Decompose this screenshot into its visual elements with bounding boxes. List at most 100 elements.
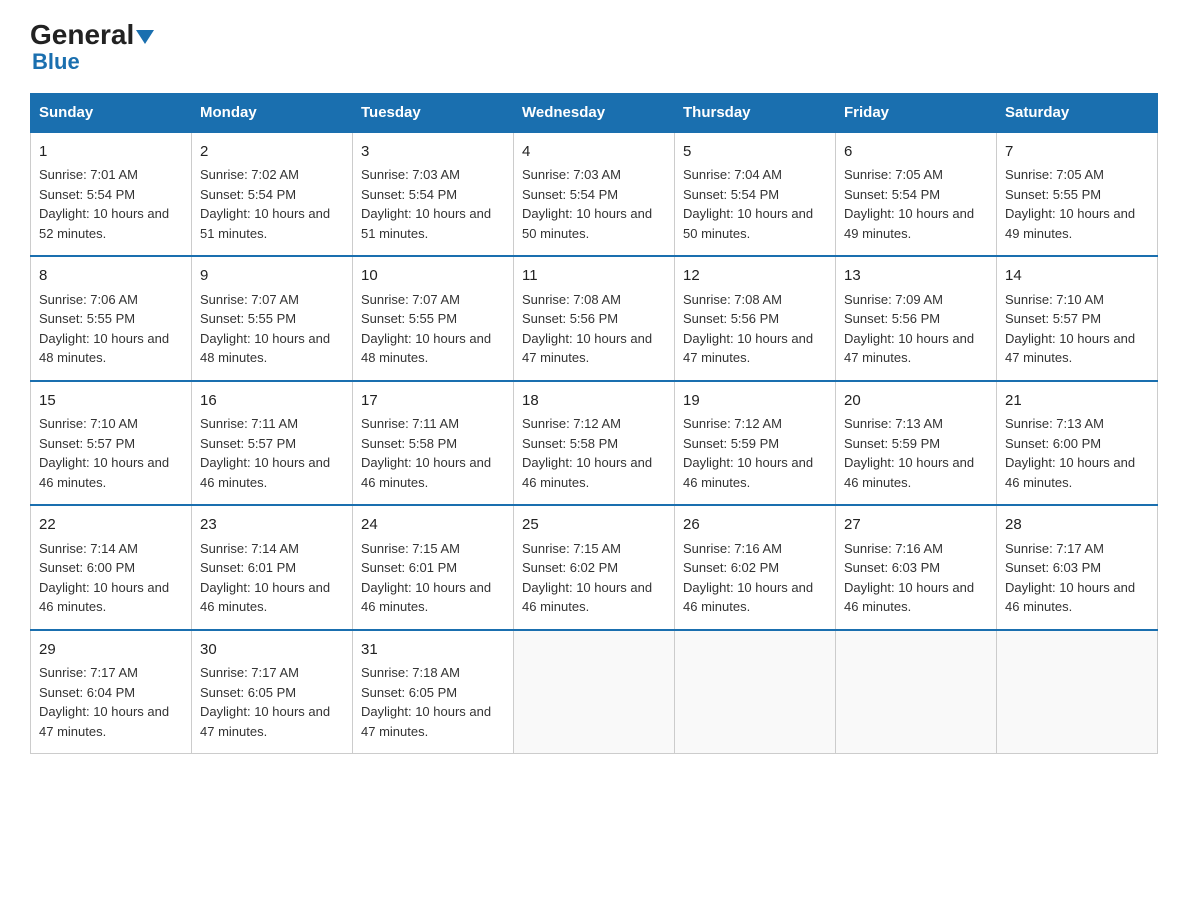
day-info: Sunrise: 7:18 AMSunset: 6:05 PMDaylight:… (361, 665, 491, 739)
day-info: Sunrise: 7:10 AMSunset: 5:57 PMDaylight:… (1005, 292, 1135, 366)
day-info: Sunrise: 7:11 AMSunset: 5:58 PMDaylight:… (361, 416, 491, 490)
day-info: Sunrise: 7:11 AMSunset: 5:57 PMDaylight:… (200, 416, 330, 490)
calendar-cell: 6Sunrise: 7:05 AMSunset: 5:54 PMDaylight… (836, 132, 997, 257)
day-info: Sunrise: 7:16 AMSunset: 6:02 PMDaylight:… (683, 541, 813, 615)
day-number: 11 (522, 265, 666, 288)
day-info: Sunrise: 7:12 AMSunset: 5:58 PMDaylight:… (522, 416, 652, 490)
day-info: Sunrise: 7:06 AMSunset: 5:55 PMDaylight:… (39, 292, 169, 366)
day-info: Sunrise: 7:15 AMSunset: 6:02 PMDaylight:… (522, 541, 652, 615)
day-info: Sunrise: 7:10 AMSunset: 5:57 PMDaylight:… (39, 416, 169, 490)
calendar-cell: 12 Sunrise: 7:08 AMSunset: 5:56 PMDayligh… (675, 256, 836, 381)
calendar-header-thursday: Thursday (675, 93, 836, 132)
calendar-cell: 28Sunrise: 7:17 AMSunset: 6:03 PMDayligh… (997, 505, 1158, 630)
day-number: 4 (522, 141, 666, 164)
calendar-cell: 18 Sunrise: 7:12 AMSunset: 5:58 PMDayligh… (514, 381, 675, 506)
day-info: Sunrise: 7:05 AMSunset: 5:55 PMDaylight:… (1005, 167, 1135, 241)
calendar-cell: 8Sunrise: 7:06 AMSunset: 5:55 PMDaylight… (31, 256, 192, 381)
calendar-cell (836, 630, 997, 754)
day-number: 18 (522, 390, 666, 413)
day-info: Sunrise: 7:17 AMSunset: 6:03 PMDaylight:… (1005, 541, 1135, 615)
day-info: Sunrise: 7:14 AMSunset: 6:01 PMDaylight:… (200, 541, 330, 615)
day-info: Sunrise: 7:12 AMSunset: 5:59 PMDaylight:… (683, 416, 813, 490)
calendar-cell: 29 Sunrise: 7:17 AMSunset: 6:04 PMDayligh… (31, 630, 192, 754)
day-info: Sunrise: 7:02 AMSunset: 5:54 PMDaylight:… (200, 167, 330, 241)
day-number: 5 (683, 141, 827, 164)
day-number: 29 (39, 639, 183, 662)
calendar-table: SundayMondayTuesdayWednesdayThursdayFrid… (30, 93, 1158, 755)
calendar-cell: 15 Sunrise: 7:10 AMSunset: 5:57 PMDayligh… (31, 381, 192, 506)
day-number: 27 (844, 514, 988, 537)
calendar-week-row: 8Sunrise: 7:06 AMSunset: 5:55 PMDaylight… (31, 256, 1158, 381)
calendar-cell: 26 Sunrise: 7:16 AMSunset: 6:02 PMDayligh… (675, 505, 836, 630)
day-number: 14 (1005, 265, 1149, 288)
calendar-cell: 25 Sunrise: 7:15 AMSunset: 6:02 PMDayligh… (514, 505, 675, 630)
calendar-cell: 27 Sunrise: 7:16 AMSunset: 6:03 PMDayligh… (836, 505, 997, 630)
logo-bottom: Blue (30, 49, 80, 75)
calendar-week-row: 22 Sunrise: 7:14 AMSunset: 6:00 PMDayligh… (31, 505, 1158, 630)
day-info: Sunrise: 7:13 AMSunset: 5:59 PMDaylight:… (844, 416, 974, 490)
day-info: Sunrise: 7:13 AMSunset: 6:00 PMDaylight:… (1005, 416, 1135, 490)
calendar-header-wednesday: Wednesday (514, 93, 675, 132)
day-number: 21 (1005, 390, 1149, 413)
calendar-cell: 17 Sunrise: 7:11 AMSunset: 5:58 PMDayligh… (353, 381, 514, 506)
calendar-cell: 30Sunrise: 7:17 AMSunset: 6:05 PMDayligh… (192, 630, 353, 754)
page-header: General Blue (30, 20, 1158, 75)
day-info: Sunrise: 7:01 AMSunset: 5:54 PMDaylight:… (39, 167, 169, 241)
calendar-header-row: SundayMondayTuesdayWednesdayThursdayFrid… (31, 93, 1158, 132)
day-info: Sunrise: 7:14 AMSunset: 6:00 PMDaylight:… (39, 541, 169, 615)
day-number: 13 (844, 265, 988, 288)
day-info: Sunrise: 7:04 AMSunset: 5:54 PMDaylight:… (683, 167, 813, 241)
calendar-header-friday: Friday (836, 93, 997, 132)
day-number: 19 (683, 390, 827, 413)
calendar-cell: 22 Sunrise: 7:14 AMSunset: 6:00 PMDayligh… (31, 505, 192, 630)
calendar-cell: 13 Sunrise: 7:09 AMSunset: 5:56 PMDayligh… (836, 256, 997, 381)
calendar-cell: 10Sunrise: 7:07 AMSunset: 5:55 PMDayligh… (353, 256, 514, 381)
day-info: Sunrise: 7:09 AMSunset: 5:56 PMDaylight:… (844, 292, 974, 366)
day-info: Sunrise: 7:17 AMSunset: 6:04 PMDaylight:… (39, 665, 169, 739)
calendar-cell: 9Sunrise: 7:07 AMSunset: 5:55 PMDaylight… (192, 256, 353, 381)
calendar-header-sunday: Sunday (31, 93, 192, 132)
day-number: 3 (361, 141, 505, 164)
day-info: Sunrise: 7:08 AMSunset: 5:56 PMDaylight:… (522, 292, 652, 366)
calendar-week-row: 1 Sunrise: 7:01 AMSunset: 5:54 PMDaylight… (31, 132, 1158, 257)
calendar-cell: 3Sunrise: 7:03 AMSunset: 5:54 PMDaylight… (353, 132, 514, 257)
calendar-cell: 16 Sunrise: 7:11 AMSunset: 5:57 PMDayligh… (192, 381, 353, 506)
day-number: 2 (200, 141, 344, 164)
day-info: Sunrise: 7:08 AMSunset: 5:56 PMDaylight:… (683, 292, 813, 366)
calendar-cell (514, 630, 675, 754)
calendar-header-tuesday: Tuesday (353, 93, 514, 132)
calendar-cell: 19 Sunrise: 7:12 AMSunset: 5:59 PMDayligh… (675, 381, 836, 506)
calendar-cell: 20 Sunrise: 7:13 AMSunset: 5:59 PMDayligh… (836, 381, 997, 506)
calendar-cell (675, 630, 836, 754)
day-number: 16 (200, 390, 344, 413)
day-number: 23 (200, 514, 344, 537)
day-number: 6 (844, 141, 988, 164)
calendar-cell: 11 Sunrise: 7:08 AMSunset: 5:56 PMDayligh… (514, 256, 675, 381)
day-info: Sunrise: 7:15 AMSunset: 6:01 PMDaylight:… (361, 541, 491, 615)
logo: General Blue (30, 20, 154, 75)
calendar-cell: 21 Sunrise: 7:13 AMSunset: 6:00 PMDayligh… (997, 381, 1158, 506)
day-number: 25 (522, 514, 666, 537)
day-number: 20 (844, 390, 988, 413)
day-number: 24 (361, 514, 505, 537)
day-number: 10 (361, 265, 505, 288)
day-number: 30 (200, 639, 344, 662)
logo-top: General (30, 20, 154, 51)
day-number: 26 (683, 514, 827, 537)
calendar-cell: 5 Sunrise: 7:04 AMSunset: 5:54 PMDaylight… (675, 132, 836, 257)
day-number: 22 (39, 514, 183, 537)
calendar-header-monday: Monday (192, 93, 353, 132)
day-info: Sunrise: 7:16 AMSunset: 6:03 PMDaylight:… (844, 541, 974, 615)
calendar-week-row: 15 Sunrise: 7:10 AMSunset: 5:57 PMDayligh… (31, 381, 1158, 506)
day-number: 17 (361, 390, 505, 413)
calendar-cell: 7 Sunrise: 7:05 AMSunset: 5:55 PMDaylight… (997, 132, 1158, 257)
calendar-cell: 31 Sunrise: 7:18 AMSunset: 6:05 PMDayligh… (353, 630, 514, 754)
day-number: 1 (39, 141, 183, 164)
day-number: 15 (39, 390, 183, 413)
calendar-cell: 14 Sunrise: 7:10 AMSunset: 5:57 PMDayligh… (997, 256, 1158, 381)
day-number: 31 (361, 639, 505, 662)
calendar-cell: 23 Sunrise: 7:14 AMSunset: 6:01 PMDayligh… (192, 505, 353, 630)
day-number: 7 (1005, 141, 1149, 164)
day-number: 12 (683, 265, 827, 288)
calendar-week-row: 29 Sunrise: 7:17 AMSunset: 6:04 PMDayligh… (31, 630, 1158, 754)
